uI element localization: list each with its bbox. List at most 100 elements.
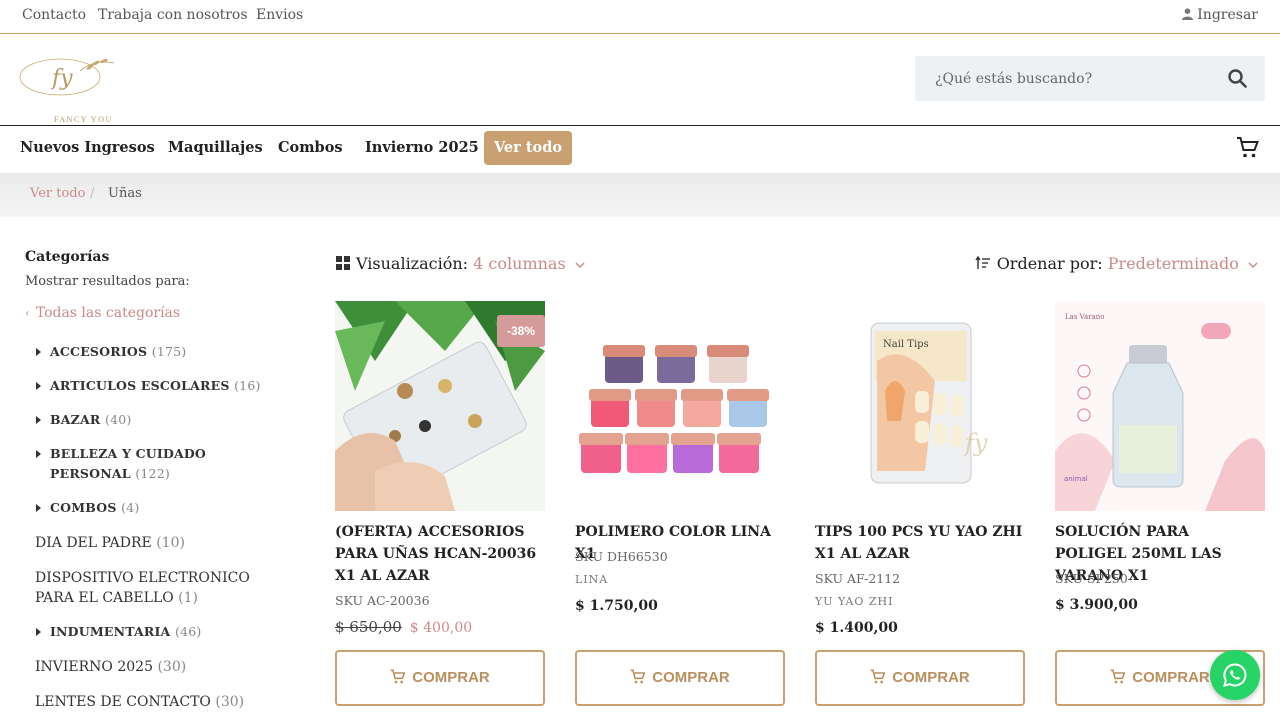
main-nav: Nuevos Ingresos Maquillajes Combos Invie… [0, 126, 1280, 173]
category-name: COMBOS [50, 500, 117, 515]
caret-right-icon[interactable] [36, 348, 41, 356]
category-name: LENTES DE CONTACTO [35, 694, 211, 710]
buy-button[interactable]: COMPRAR [335, 650, 545, 706]
whatsapp-chat-button[interactable] [1210, 650, 1260, 700]
sort-icon [975, 255, 990, 269]
caret-right-icon[interactable] [36, 416, 41, 424]
category-name: INDUMENTARIA [50, 624, 171, 639]
buy-button[interactable]: COMPRAR [575, 650, 785, 706]
buy-label: COMPRAR [1132, 669, 1210, 686]
category-name: BELLEZA Y CUIDADO PERSONAL [50, 446, 207, 481]
view-selector[interactable]: Visualización: 4 columnas [336, 254, 585, 273]
product-sku: SKU DH66530 [575, 549, 668, 564]
cart-icon[interactable] [1236, 136, 1260, 160]
category-count: (30) [215, 694, 245, 710]
product-price: $ 1.400,00 [815, 620, 898, 636]
category-name: DISPOSITIVO ELECTRONICO PARA EL CABELLO [35, 570, 250, 606]
sidebar-subtitle: Mostrar resultados para: [25, 274, 190, 289]
contact-link[interactable]: Contacto [22, 7, 86, 23]
caret-right-icon[interactable] [36, 504, 41, 512]
buy-label: COMPRAR [652, 669, 730, 686]
nav-item-new-arrivals[interactable]: Nuevos Ingresos [20, 139, 155, 156]
product-image[interactable]: -38% [335, 301, 545, 511]
category-count: (4) [121, 500, 140, 515]
view-value: 4 columnas [473, 254, 566, 273]
category-item[interactable]: BELLEZA Y CUIDADO PERSONAL (122) [36, 444, 290, 484]
shipping-link[interactable]: Envios [256, 7, 303, 23]
category-item[interactable]: DISPOSITIVO ELECTRONICO PARA EL CABELLO … [35, 568, 285, 608]
category-count: (175) [151, 344, 187, 359]
sort-selector[interactable]: Ordenar por: Predeterminado [975, 254, 1258, 273]
view-label: Visualización: [356, 254, 469, 273]
category-name: INVIERNO 2025 [35, 659, 153, 675]
category-item[interactable]: ACCESORIOS (175) [36, 342, 187, 362]
chevron-down-icon [575, 262, 585, 269]
category-name: BAZAR [50, 412, 101, 427]
category-count: (10) [156, 535, 185, 551]
product-price: $ 650,00 $ 400,00 [335, 618, 472, 636]
category-item[interactable]: ARTICULOS ESCOLARES (16) [36, 376, 261, 396]
category-item[interactable]: LENTES DE CONTACTO (30) [35, 692, 244, 712]
category-count: (122) [135, 466, 170, 481]
product-sku: SKU SP250 [1055, 571, 1128, 586]
chevron-left-icon: ‹ [25, 306, 30, 320]
product-name[interactable]: TIPS 100 PCS YU YAO ZHI X1 AL AZAR [815, 521, 1025, 565]
product-name[interactable]: (OFERTA) ACCESORIOS PARA UÑAS HCAN-20036… [335, 521, 545, 587]
svg-text:animal: animal [1064, 475, 1088, 483]
category-name: DIA DEL PADRE [35, 535, 152, 551]
category-item[interactable]: DIA DEL PADRE (10) [35, 533, 185, 553]
caret-right-icon[interactable] [36, 628, 41, 636]
category-count: (40) [105, 412, 132, 427]
category-count: (46) [175, 624, 202, 639]
product-image[interactable]: Las Varano animal [1055, 301, 1265, 511]
category-name: ARTICULOS ESCOLARES [50, 378, 230, 393]
login-link[interactable]: Ingresar [1182, 7, 1258, 23]
product-image[interactable]: Nail Tips fy [815, 301, 1025, 511]
buy-button[interactable]: COMPRAR [815, 650, 1025, 706]
category-name: ACCESORIOS [50, 344, 148, 359]
category-item[interactable]: COMBOS (4) [36, 498, 140, 518]
svg-text:Las Varano: Las Varano [1065, 313, 1104, 321]
all-categories-label: Todas las categorías [35, 305, 181, 321]
category-item[interactable]: BAZAR (40) [36, 410, 132, 430]
category-item[interactable]: INDUMENTARIA (46) [36, 622, 202, 642]
view-all-button[interactable]: Ver todo [484, 131, 573, 165]
cart-icon [870, 669, 886, 684]
nav-item-makeup[interactable]: Maquillajes [168, 139, 263, 156]
chevron-down-icon [1248, 262, 1258, 269]
nav-item-combos[interactable]: Combos [278, 139, 343, 156]
breadcrumb-separator: / [90, 186, 95, 201]
store-logo[interactable]: fy FANCY YOU [16, 53, 120, 124]
search-icon[interactable] [1228, 69, 1247, 88]
product-image[interactable] [575, 301, 785, 511]
whatsapp-icon [1223, 663, 1247, 687]
breadcrumb: Ver todo / Uñas [0, 173, 1280, 217]
caret-right-icon[interactable] [36, 382, 41, 390]
search-input[interactable] [915, 56, 1215, 101]
breadcrumb-view-all[interactable]: Ver todo [30, 186, 85, 201]
svg-text:fy: fy [50, 66, 73, 91]
user-icon [1182, 8, 1194, 20]
search-box [915, 56, 1265, 101]
nav-item-winter-2025[interactable]: Invierno 2025 [365, 139, 479, 156]
product-brand: YU YAO ZHI [815, 595, 894, 608]
sidebar-title: Categorías [25, 249, 110, 265]
sort-value: Predeterminado [1107, 254, 1239, 273]
category-count: (16) [234, 378, 261, 393]
caret-right-icon[interactable] [36, 450, 41, 458]
category-item[interactable]: INVIERNO 2025 (30) [35, 657, 186, 677]
discount-badge: -38% [497, 315, 545, 347]
grid-icon [336, 256, 350, 270]
buy-label: COMPRAR [412, 669, 490, 686]
sort-label: Ordenar por: [996, 254, 1103, 273]
cart-icon [1110, 669, 1126, 684]
category-count: (30) [157, 659, 187, 675]
sale-price: $ 400,00 [409, 620, 473, 636]
login-label: Ingresar [1197, 7, 1258, 23]
work-with-us-link[interactable]: Trabaja con nosotros [98, 7, 248, 23]
breadcrumb-current: Uñas [108, 186, 142, 201]
logo-text: FANCY YOU [54, 115, 113, 124]
all-categories-link[interactable]: ‹ Todas las categorías [25, 305, 180, 321]
product-brand: LINA [575, 573, 609, 586]
svg-text:fy: fy [963, 429, 988, 457]
